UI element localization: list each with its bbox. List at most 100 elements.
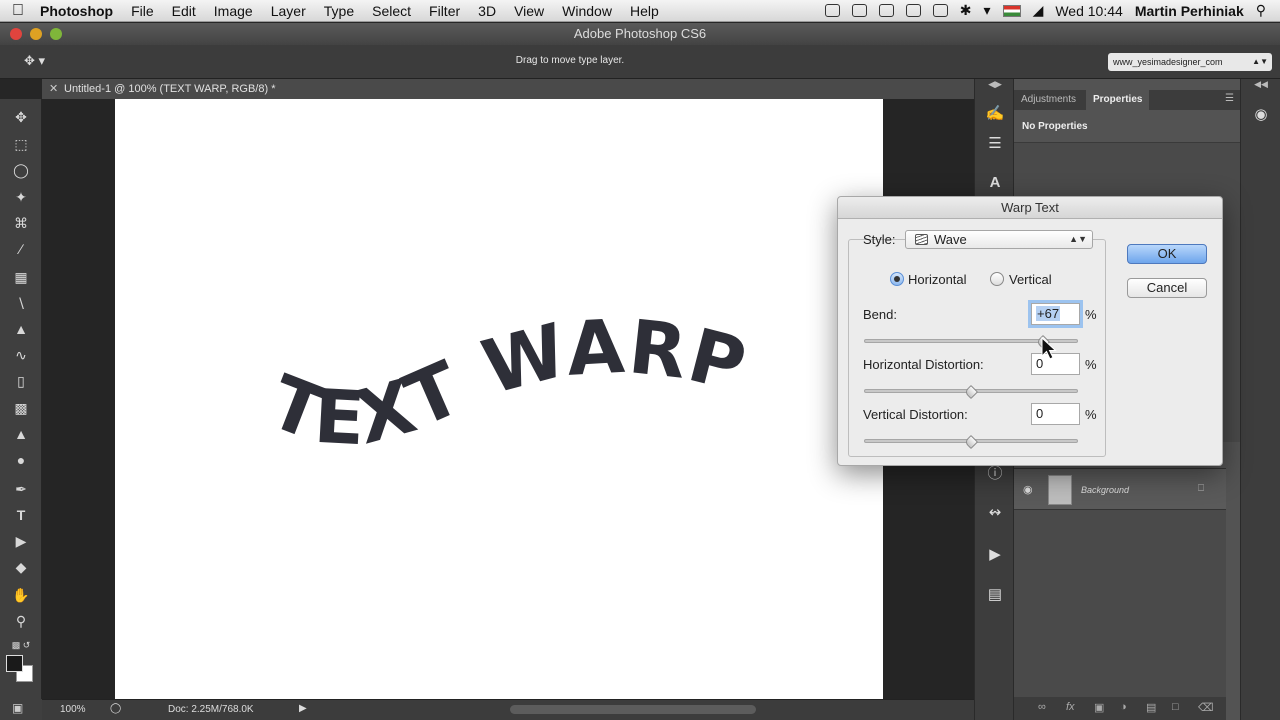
collapse-dock-icon[interactable]: ◀▶ [975, 79, 1015, 90]
spotlight-icon[interactable]: ⚲ [1256, 2, 1266, 19]
layer-row-background[interactable]: ◉ Background ⎕ [1014, 468, 1226, 510]
window-title-bar: Adobe Photoshop CS6 [0, 23, 1280, 45]
vertical-distortion-label: Vertical Distortion: [863, 407, 968, 422]
type-tool-icon[interactable]: T [10, 505, 32, 525]
foreground-color-swatch[interactable] [6, 655, 23, 672]
new-group-icon[interactable]: ▤ [1146, 701, 1156, 714]
tab-properties[interactable]: Properties [1086, 90, 1150, 110]
menu-type[interactable]: Type [315, 3, 363, 19]
menu-layer[interactable]: Layer [262, 3, 315, 19]
layers-panel: ◉ Background ⎕ [1014, 468, 1226, 718]
menu-select[interactable]: Select [363, 3, 420, 19]
vertical-radio[interactable] [990, 272, 1004, 286]
magic-wand-tool-icon[interactable]: ✦ [10, 187, 32, 207]
menu-view[interactable]: View [505, 3, 553, 19]
bluetooth-icon[interactable]: ✱ [960, 2, 972, 19]
history-panel-icon[interactable]: ✍ [985, 104, 1005, 124]
hand-tool-icon[interactable]: ✋ [10, 585, 32, 605]
fx-icon[interactable]: fx [1066, 701, 1075, 713]
marquee-tool-icon[interactable]: ⬚ [10, 134, 32, 154]
screen-icon[interactable] [932, 4, 948, 17]
default-colors-icon[interactable]: ▩ ↺ [10, 635, 32, 655]
horizontal-scrollbar[interactable] [510, 705, 756, 714]
new-layer-icon[interactable]: □ [1172, 701, 1179, 713]
menu-filter[interactable]: Filter [420, 3, 469, 19]
eraser-tool-icon[interactable]: ▯ [10, 371, 32, 391]
zoom-window-icon[interactable] [50, 28, 62, 40]
dropbox-icon[interactable] [824, 4, 840, 17]
bend-label: Bend: [863, 307, 897, 322]
tools-panel: ✥ ⬚ ◯ ✦ ⌘ ∕ ▦ ∖ ▲ ∿ ▯ ▩ ▲ ● ✒ T ▶ ◆ ✋ ⚲ … [0, 99, 42, 699]
bend-input[interactable]: +67 [1031, 303, 1080, 325]
zoom-tool-icon[interactable]: ⚲ [10, 611, 32, 631]
crop-tool-icon[interactable]: ⌘ [10, 213, 32, 233]
zoom-level[interactable]: 100% [60, 704, 86, 715]
shape-tool-icon[interactable]: ◆ [10, 557, 32, 577]
quick-mask-icon[interactable]: ▣ [12, 701, 23, 715]
close-window-icon[interactable] [10, 28, 22, 40]
link-layers-icon[interactable]: ∞ [1038, 701, 1046, 713]
vertical-radio-label[interactable]: Vertical [1009, 272, 1052, 287]
adjustment-layer-icon[interactable]: ◑ [1120, 701, 1127, 713]
visibility-eye-icon[interactable]: ◉ [1023, 483, 1033, 496]
tab-adjustments[interactable]: Adjustments [1014, 90, 1083, 110]
cancel-button[interactable]: Cancel [1127, 278, 1207, 298]
volume-icon[interactable]: ◢ [1033, 2, 1044, 19]
brush-tool-icon[interactable]: ∖ [10, 293, 32, 313]
minimize-window-icon[interactable] [30, 28, 42, 40]
dodge-tool-icon[interactable]: ● [10, 450, 32, 470]
workspace-value: www_yesimadesigner_com [1113, 57, 1223, 67]
vertical-distortion-input[interactable]: 0 [1031, 403, 1080, 425]
healing-brush-tool-icon[interactable]: ▦ [10, 267, 32, 287]
lasso-tool-icon[interactable]: ◯ [10, 160, 32, 180]
menu-edit[interactable]: Edit [163, 3, 205, 19]
swatches-palette-icon[interactable]: ◉ [1251, 105, 1271, 125]
brush-presets-icon[interactable]: ☰ [985, 134, 1005, 154]
add-mask-icon[interactable]: ▣ [1094, 701, 1104, 714]
menu-image[interactable]: Image [205, 3, 262, 19]
gradient-tool-icon[interactable]: ▩ [10, 398, 32, 418]
path-selection-tool-icon[interactable]: ▶ [10, 531, 32, 551]
pen-tool-icon[interactable]: ✒ [10, 479, 32, 499]
workspace-select[interactable]: www_yesimadesigner_com ▲▼ [1108, 53, 1272, 71]
actions-panel-icon[interactable]: ▶ [985, 545, 1005, 565]
horizontal-radio[interactable] [890, 272, 904, 286]
apple-icon[interactable]:  [0, 2, 36, 20]
panel-menu-icon[interactable]: ☰ [1225, 93, 1234, 104]
warped-text-layer[interactable]: TEXT WARP [115, 99, 883, 699]
menu-file[interactable]: File [122, 3, 163, 19]
menu-3d[interactable]: 3D [469, 3, 505, 19]
ok-button[interactable]: OK [1127, 244, 1207, 264]
horizontal-distortion-percent: % [1085, 357, 1097, 372]
sync-icon[interactable] [878, 4, 894, 17]
expand-dock-icon[interactable]: ◀◀ [1241, 79, 1280, 90]
history-brush-tool-icon[interactable]: ∿ [10, 345, 32, 365]
status-options-icon[interactable]: ◯ [110, 703, 121, 714]
blur-tool-icon[interactable]: ▲ [10, 424, 32, 444]
input-language-flag-icon[interactable] [1002, 4, 1021, 17]
character-panel-icon[interactable]: A [985, 173, 1005, 193]
timemachine-icon[interactable] [905, 4, 921, 17]
navigator-panel-icon[interactable]: ▤ [985, 585, 1005, 605]
menu-help[interactable]: Help [621, 3, 668, 19]
eyedropper-tool-icon[interactable]: ∕ [10, 239, 32, 259]
info-panel-icon[interactable]: ⓘ [985, 464, 1005, 484]
menu-window[interactable]: Window [553, 3, 621, 19]
paths-panel-icon[interactable]: ↭ [985, 503, 1005, 523]
move-tool-icon[interactable]: ✥ [10, 107, 32, 127]
wifi-icon[interactable]: ▾ [984, 2, 991, 19]
menu-photoshop[interactable]: Photoshop [36, 3, 122, 19]
document-tab[interactable]: ✕ Untitled-1 @ 100% (TEXT WARP, RGB/8) * [42, 79, 290, 99]
status-menu-arrow-icon[interactable]: ▶ [299, 703, 307, 714]
horizontal-radio-label[interactable]: Horizontal [908, 272, 967, 287]
clock[interactable]: Wed 10:44 [1055, 3, 1122, 19]
close-tab-icon[interactable]: ✕ [49, 79, 58, 99]
style-value: Wave [934, 232, 967, 247]
delete-layer-icon[interactable]: ⌫ [1198, 701, 1214, 714]
move-tool-preset-icon[interactable]: ✥ ▾ [24, 53, 45, 69]
document-canvas[interactable]: TEXT WARP [115, 99, 883, 699]
drive-icon[interactable] [851, 4, 867, 17]
user-name[interactable]: Martin Perhiniak [1135, 3, 1244, 19]
stamp-tool-icon[interactable]: ▲ [10, 319, 32, 339]
style-select[interactable]: Wave ▲▼ [905, 230, 1093, 249]
